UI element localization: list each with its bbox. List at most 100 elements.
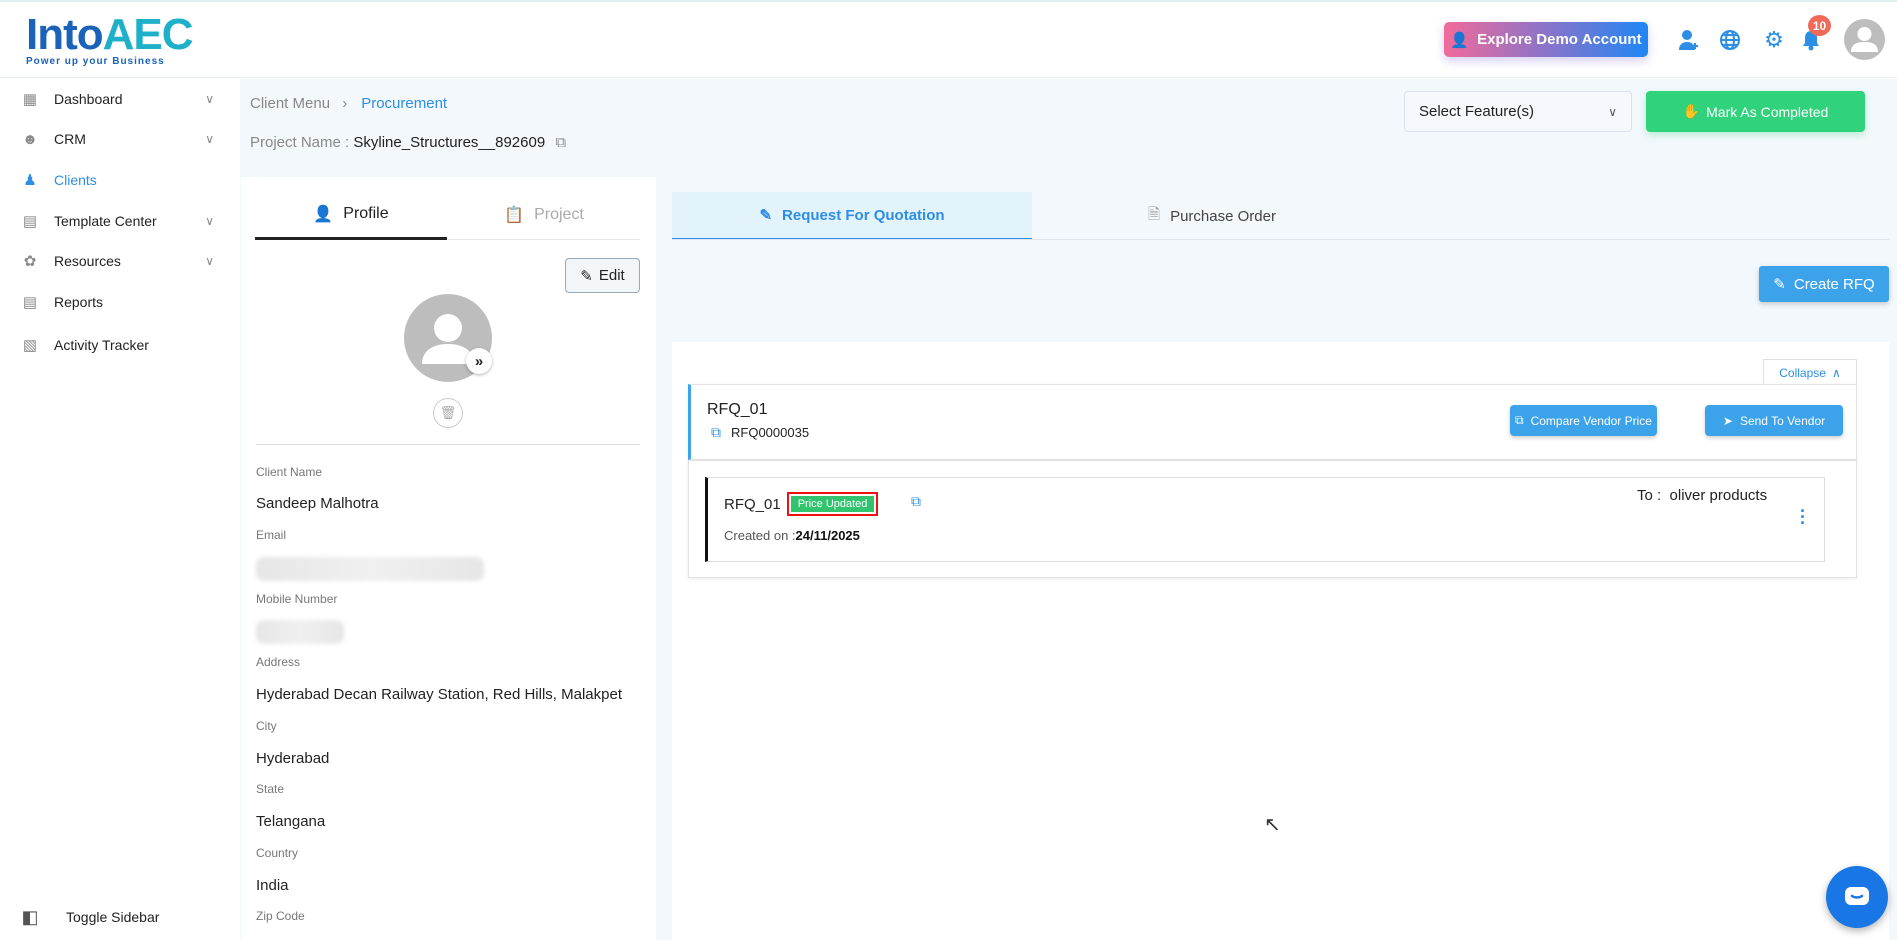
chevron-down-icon: ∨: [205, 132, 214, 146]
chevron-down-icon: ∨: [205, 92, 214, 106]
toggle-sidebar-button[interactable]: ◧ Toggle Sidebar: [0, 899, 240, 935]
demo-label: Explore Demo Account: [1477, 31, 1642, 48]
send-icon: ➤: [1722, 413, 1733, 428]
toggle-sidebar-label: Toggle Sidebar: [66, 909, 160, 925]
compare-icon: ⧉: [1515, 413, 1524, 427]
user-icon: 👤: [1450, 31, 1470, 49]
status-badge-label: Price Updated: [790, 496, 875, 512]
add-user-icon[interactable]: [1676, 27, 1702, 53]
project-name: Project Name : Skyline_Structures__89260…: [250, 134, 566, 151]
sidebar-label: Resources: [54, 253, 121, 269]
sidebar-item-reports[interactable]: ▤ Reports: [0, 284, 240, 320]
logo-accent: AEC: [102, 10, 194, 59]
chevron-down-icon: ∨: [1608, 104, 1617, 119]
copy-icon[interactable]: ⧉: [555, 134, 566, 151]
user-avatar[interactable]: [1844, 19, 1885, 60]
vendor-name: oliver products: [1669, 487, 1768, 504]
breadcrumb: Client Menu › Procurement: [250, 95, 447, 112]
sidebar-label: Reports: [54, 294, 104, 310]
send-to-vendor-button[interactable]: ➤ Send To Vendor: [1705, 405, 1843, 436]
city-value: Hyderabad: [256, 750, 330, 767]
rfq-title: RFQ_01: [707, 401, 768, 418]
tab-divider: [672, 239, 1889, 240]
person-icon: 👤: [313, 205, 334, 223]
project-icon: 📋: [504, 206, 525, 224]
feature-select-value: Select Feature(s): [1419, 103, 1535, 120]
city-label: City: [256, 719, 277, 733]
edit-button[interactable]: ✎ Edit: [565, 258, 640, 293]
clients-icon: ♟: [23, 172, 37, 189]
notification-badge: 10: [1808, 15, 1831, 36]
rfq-item-title: RFQ_01 Price Updated: [724, 492, 879, 516]
trash-icon[interactable]: 🗑: [433, 398, 463, 428]
document-icon: 🗎: [1148, 205, 1161, 223]
sidebar-label: Clients: [54, 172, 97, 188]
logo[interactable]: IntoAEC Power up your Business: [26, 10, 194, 67]
compare-vendor-price-button[interactable]: ⧉ Compare Vendor Price: [1510, 405, 1657, 436]
rfq-item-name: RFQ_01: [724, 495, 781, 513]
sidebar-label: Dashboard: [54, 91, 123, 107]
email-label: Email: [256, 528, 287, 542]
more-options-icon[interactable]: · · ·: [1798, 502, 1808, 532]
chevron-down-icon: ∨: [205, 254, 214, 268]
mobile-label: Mobile Number: [256, 592, 338, 606]
mark-completed-label: Mark As Completed: [1706, 103, 1829, 120]
edit-doc-icon: ✎: [759, 207, 773, 224]
sidebar-item-template-center[interactable]: ▤ Template Center ∨: [0, 203, 240, 239]
pencil-icon: ✎: [580, 267, 593, 285]
project-name-value: Skyline_Structures__892609: [353, 134, 546, 151]
tab-project[interactable]: 📋 Project: [448, 190, 640, 240]
reports-icon: ▤: [22, 294, 38, 311]
handshake-icon: ✋: [1682, 103, 1701, 119]
sidebar-item-dashboard[interactable]: ▦ Dashboard ∨: [0, 81, 240, 117]
mobile-value-redacted: [256, 620, 344, 644]
explore-demo-button[interactable]: 👤 Explore Demo Account: [1444, 22, 1648, 57]
compare-label: Compare Vendor Price: [1530, 413, 1652, 428]
vendor-recipient: To : oliver products: [1637, 487, 1767, 504]
client-name-value: Sandeep Malhotra: [256, 495, 379, 512]
globe-icon[interactable]: [1717, 27, 1743, 53]
chevron-right-icon: ›: [342, 95, 348, 112]
tab-request-for-quotation[interactable]: ✎ Request For Quotation: [672, 192, 1032, 240]
rfq-code: ⧉ RFQ0000035: [711, 424, 809, 441]
settings-icon[interactable]: ⚙: [1761, 27, 1787, 53]
to-label: To :: [1637, 487, 1662, 504]
external-link-icon[interactable]: ⧉: [711, 424, 721, 441]
email-value-redacted: [256, 557, 484, 581]
feature-select[interactable]: Select Feature(s) ∨: [1404, 91, 1632, 132]
address-value: Hyderabad Decan Railway Station, Red Hil…: [256, 686, 623, 703]
sidebar-label: Activity Tracker: [54, 337, 149, 353]
collapse-button[interactable]: Collapse ∧: [1763, 359, 1857, 385]
tab-label: Purchase Order: [1170, 207, 1276, 225]
chat-button[interactable]: [1826, 866, 1888, 928]
sidebar-item-crm[interactable]: ☻ CRM ∨: [0, 121, 240, 157]
country-value: India: [256, 877, 289, 894]
rfq-code-value: RFQ0000035: [731, 425, 810, 440]
sidebar-item-clients[interactable]: ♟ Clients: [0, 162, 240, 198]
client-name-label: Client Name: [256, 465, 323, 479]
tab-profile[interactable]: 👤 Profile: [255, 190, 447, 240]
sidebar-item-activity-tracker[interactable]: ▧ Activity Tracker: [0, 327, 240, 363]
edit-icon: ✎: [1773, 276, 1786, 293]
collapse-label: Collapse: [1779, 365, 1826, 380]
state-label: State: [256, 782, 285, 796]
status-badge: Price Updated: [786, 492, 879, 516]
chevron-up-icon: ∧: [1831, 365, 1841, 380]
country-label: Country: [256, 846, 299, 860]
breadcrumb-current: Procurement: [361, 95, 448, 112]
sidebar-label: CRM: [54, 131, 86, 147]
mark-as-completed-button[interactable]: ✋ Mark As Completed: [1646, 91, 1865, 132]
create-rfq-button[interactable]: ✎ Create RFQ: [1759, 266, 1889, 302]
created-label: Created on :: [724, 528, 796, 543]
breadcrumb-parent[interactable]: Client Menu: [250, 95, 330, 112]
external-link-icon[interactable]: ⧉: [911, 493, 921, 510]
tab-purchase-order[interactable]: 🗎 Purchase Order: [1032, 192, 1392, 240]
logo-text: Into: [26, 10, 104, 59]
project-name-label: Project Name :: [250, 134, 350, 151]
tab-label: Request For Quotation: [782, 206, 945, 224]
double-chevron-icon[interactable]: »: [466, 348, 492, 374]
tab-label: Project: [534, 205, 584, 223]
sidebar-label: Template Center: [54, 213, 157, 229]
sidebar-item-resources[interactable]: ✿ Resources ∨: [0, 243, 240, 279]
created-date: 24/11/2025: [795, 528, 860, 543]
